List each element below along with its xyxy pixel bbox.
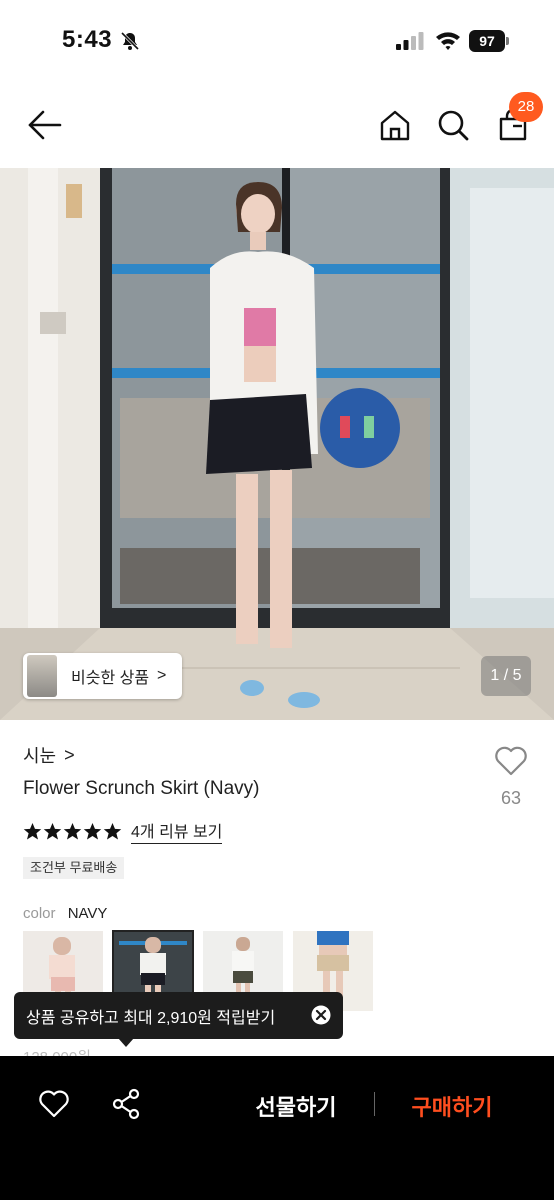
color-row: color NAVY [23,905,107,922]
bottom-action-bar: 선물하기 구매하기 [0,1056,554,1200]
divider [374,1092,375,1116]
brand-link[interactable]: 시눈 > [23,742,75,768]
star-rating [23,822,123,841]
price-text: 128,000원 [23,1046,91,1056]
signal-icon [396,32,424,50]
gift-button[interactable]: 선물하기 [240,1090,352,1122]
product-title: Flower Scrunch Skirt (Navy) [23,778,260,799]
bell-slash-icon [120,31,140,51]
buy-button[interactable]: 구매하기 [396,1090,508,1122]
status-bar: 5:43 97 [0,0,554,80]
product-photo [0,168,554,720]
cart-count-badge: 28 [509,92,543,122]
star-icon [23,822,42,839]
chevron-right-icon: > [157,667,167,684]
app-header: 28 [0,80,554,168]
review-link[interactable]: 4개 리뷰 보기 [131,818,223,844]
battery-icon: 97 [469,30,509,52]
status-time: 5:43 [62,26,113,53]
battery-level: 97 [469,30,505,52]
home-icon[interactable] [378,108,412,142]
back-arrow-icon[interactable] [26,108,64,142]
product-image-gallery[interactable]: 비슷한 상품 > 1 / 5 [0,168,554,720]
search-icon[interactable] [436,108,470,142]
color-label: color [23,905,56,922]
shipping-badge: 조건부 무료배송 [23,857,125,879]
tooltip-message: 상품 공유하고 최대 2,910원 적립받기 [26,1009,276,1027]
heart-outline-icon[interactable] [494,745,528,777]
share-reward-tooltip: 상품 공유하고 최대 2,910원 적립받기 [14,992,343,1039]
heart-icon[interactable] [38,1089,70,1119]
like-count: 63 [500,788,522,808]
similar-products-button[interactable]: 비슷한 상품 > [23,653,182,699]
star-icon [103,822,122,839]
share-icon[interactable] [111,1088,141,1120]
tooltip-pointer [118,1038,134,1047]
image-counter: 1 / 5 [481,656,531,696]
similar-products-label: 비슷한 상품 [71,670,150,687]
chevron-right-icon: > [64,744,75,765]
similar-products-thumbnail [27,655,57,697]
wifi-icon [436,32,460,50]
brand-name: 시눈 [23,746,57,766]
close-icon[interactable] [311,1005,331,1025]
star-icon [43,822,62,839]
rating-row: 4개 리뷰 보기 [23,818,223,844]
star-icon [63,822,82,839]
star-icon [83,822,102,839]
color-value: NAVY [67,905,108,922]
